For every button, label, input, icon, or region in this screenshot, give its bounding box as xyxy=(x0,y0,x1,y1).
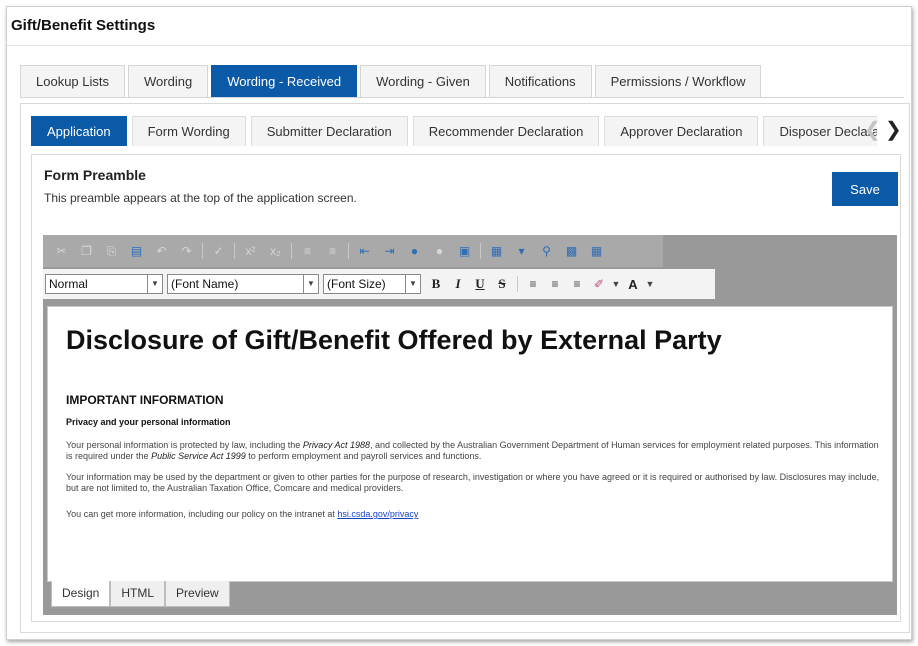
document-title: Disclosure of Gift/Benefit Offered by Ex… xyxy=(66,325,722,355)
document-paragraph-1: Your personal information is protected b… xyxy=(66,440,886,462)
view-tab-preview[interactable]: Preview xyxy=(165,581,230,607)
align-right-icon[interactable]: ≡ xyxy=(566,277,588,291)
toolbar-separator xyxy=(202,243,203,259)
chevron-down-icon: ▼ xyxy=(303,275,318,293)
paste-word-icon[interactable]: ▤ xyxy=(127,242,146,261)
wording-received-panel: Application Form Wording Submitter Decla… xyxy=(20,103,910,633)
paragraph-text: to perform employment and payroll servic… xyxy=(245,451,482,461)
text-color-button[interactable]: A xyxy=(622,277,644,292)
scroll-right-icon[interactable]: ❯ xyxy=(885,118,902,142)
subtab-application[interactable]: Application xyxy=(31,116,127,146)
template-icon[interactable]: ▦ xyxy=(587,242,606,261)
subtab-disposer-declaration[interactable]: Disposer Declaration xyxy=(763,116,877,146)
superscript-icon[interactable]: x² xyxy=(241,242,260,261)
insert-link-icon[interactable]: ● xyxy=(405,242,424,261)
copy-icon[interactable]: ❐ xyxy=(77,242,96,261)
align-left-icon[interactable]: ≡ xyxy=(522,277,544,291)
italic-button[interactable]: I xyxy=(447,276,469,292)
editor-view-tabs: Design HTML Preview xyxy=(51,581,230,607)
format-select-value: Normal xyxy=(49,277,88,291)
privacy-link[interactable]: hsi.csda.gov/privacy xyxy=(337,509,418,519)
fullscreen-icon[interactable]: ▩ xyxy=(562,242,581,261)
top-tabs-divider xyxy=(20,97,904,98)
document-paragraph-2: Your information may be used by the depa… xyxy=(66,472,880,493)
bold-button[interactable]: B xyxy=(425,276,447,292)
editor-content-area[interactable]: Disclosure of Gift/Benefit Offered by Ex… xyxy=(47,306,893,582)
tab-wording[interactable]: Wording xyxy=(128,65,209,97)
numbered-list-icon[interactable]: ≡ xyxy=(323,242,342,261)
toolbar-row-2: Normal ▼ (Font Name) ▼ (Font Size) ▼ B I xyxy=(43,269,715,299)
chevron-down-icon: ▼ xyxy=(405,275,420,293)
paragraph-emphasis: Public Service Act 1999 xyxy=(151,451,246,461)
subscript-icon[interactable]: x₂ xyxy=(266,242,285,261)
settings-window: Gift/Benefit Settings Lookup Lists Wordi… xyxy=(6,6,912,640)
view-tab-html[interactable]: HTML xyxy=(110,581,166,607)
paragraph-text: You can get more information, including … xyxy=(66,509,338,519)
insert-image-icon[interactable]: ▣ xyxy=(455,242,474,261)
font-size-value: (Font Size) xyxy=(327,277,386,291)
tab-wording-received[interactable]: Wording - Received xyxy=(211,65,358,97)
chevron-down-icon[interactable]: ▼ xyxy=(644,279,656,289)
strikethrough-button[interactable]: S xyxy=(491,276,513,292)
font-size-select[interactable]: (Font Size) ▼ xyxy=(323,274,421,294)
top-tab-bar: Lookup Lists Wording Wording - Received … xyxy=(20,65,764,97)
format-select[interactable]: Normal ▼ xyxy=(45,274,163,294)
insert-table-icon[interactable]: ▦ xyxy=(487,242,506,261)
page-title: Gift/Benefit Settings xyxy=(11,17,156,34)
document-subheading: Privacy and your personal information xyxy=(66,417,231,427)
save-button[interactable]: Save xyxy=(832,172,898,206)
scroll-left-icon[interactable]: ❮ xyxy=(864,118,881,142)
tab-lookup-lists[interactable]: Lookup Lists xyxy=(20,65,125,97)
subtab-submitter-declaration[interactable]: Submitter Declaration xyxy=(250,116,408,146)
align-center-icon[interactable]: ≡ xyxy=(544,277,566,291)
tab-notifications[interactable]: Notifications xyxy=(488,65,592,97)
document-heading: IMPORTANT INFORMATION xyxy=(66,393,224,407)
subtab-approver-declaration[interactable]: Approver Declaration xyxy=(604,116,759,146)
subtab-recommender-declaration[interactable]: Recommender Declaration xyxy=(412,116,600,146)
chevron-down-icon: ▼ xyxy=(147,275,162,293)
font-name-select[interactable]: (Font Name) ▼ xyxy=(167,274,319,294)
rich-text-editor: ✂ ❐ ⎘ ▤ ↶ ↷ ✓ x² x₂ ≡ ≡ ⇤ ⇥ ● ● ▣ ▦ ▾ ⚲ … xyxy=(43,235,897,615)
tab-wording-given[interactable]: Wording - Given xyxy=(360,65,486,97)
toolbar-separator xyxy=(517,276,518,292)
paragraph-text: Your personal information is protected b… xyxy=(66,440,303,450)
sub-tab-bar: Application Form Wording Submitter Decla… xyxy=(31,116,877,146)
view-tab-design[interactable]: Design xyxy=(51,581,111,607)
redo-icon[interactable]: ↷ xyxy=(177,242,196,261)
toolbar-separator xyxy=(348,243,349,259)
toolbar-separator xyxy=(234,243,235,259)
undo-icon[interactable]: ↶ xyxy=(152,242,171,261)
application-content: Form Preamble This preamble appears at t… xyxy=(31,154,901,622)
spellcheck-icon[interactable]: ✓ xyxy=(209,242,228,261)
chevron-down-icon[interactable]: ▼ xyxy=(610,279,622,289)
underline-button[interactable]: U xyxy=(469,276,491,292)
section-title: Form Preamble xyxy=(44,167,146,183)
title-divider xyxy=(7,45,911,46)
chevron-down-icon[interactable]: ▾ xyxy=(512,242,531,261)
tab-permissions-workflow[interactable]: Permissions / Workflow xyxy=(594,65,762,97)
paste-icon[interactable]: ⎘ xyxy=(102,242,121,261)
toolbar-separator xyxy=(480,243,481,259)
section-description: This preamble appears at the top of the … xyxy=(44,191,357,205)
remove-link-icon[interactable]: ● xyxy=(430,242,449,261)
bullet-list-icon[interactable]: ≡ xyxy=(298,242,317,261)
paragraph-emphasis: Privacy Act 1988 xyxy=(302,440,371,450)
editor-toolbar: ✂ ❐ ⎘ ▤ ↶ ↷ ✓ x² x₂ ≡ ≡ ⇤ ⇥ ● ● ▣ ▦ ▾ ⚲ … xyxy=(43,235,897,305)
toolbar-row-1: ✂ ❐ ⎘ ▤ ↶ ↷ ✓ x² x₂ ≡ ≡ ⇤ ⇥ ● ● ▣ ▦ ▾ ⚲ … xyxy=(43,235,663,267)
find-icon[interactable]: ⚲ xyxy=(537,242,556,261)
highlight-color-icon[interactable]: ✐ xyxy=(588,277,610,291)
indent-icon[interactable]: ⇥ xyxy=(380,242,399,261)
toolbar-separator xyxy=(291,243,292,259)
subtab-form-wording[interactable]: Form Wording xyxy=(131,116,246,146)
outdent-icon[interactable]: ⇤ xyxy=(355,242,374,261)
cut-icon[interactable]: ✂ xyxy=(52,242,71,261)
document-paragraph-3: You can get more information, including … xyxy=(66,509,886,520)
font-name-value: (Font Name) xyxy=(171,277,239,291)
